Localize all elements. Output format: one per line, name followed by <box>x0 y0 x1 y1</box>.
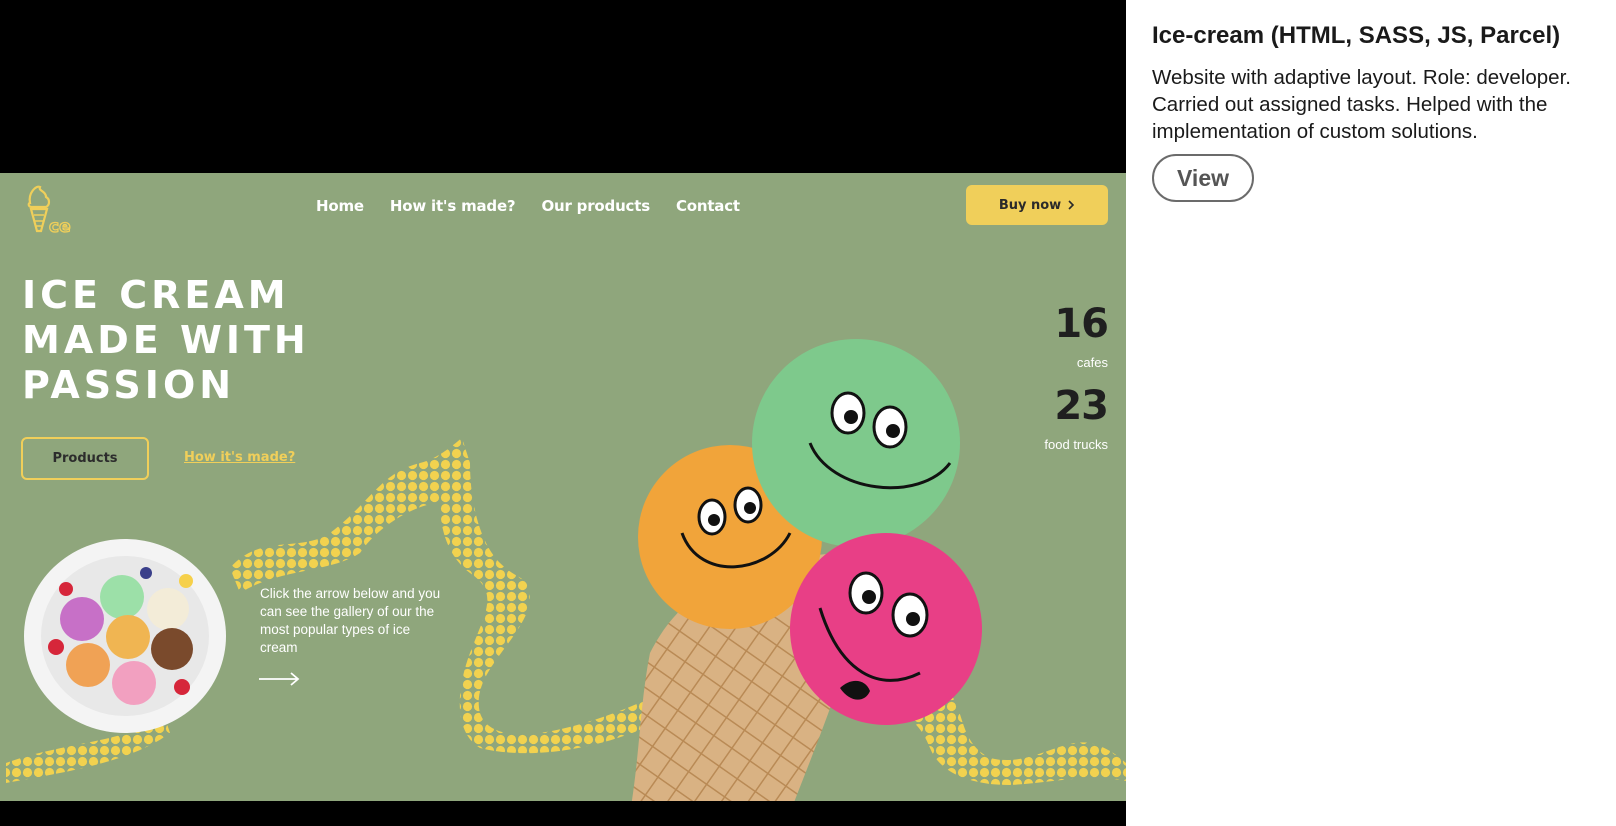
project-title: Ice-cream (HTML, SASS, JS, Parcel) <box>1152 22 1561 49</box>
chevron-right-icon <box>1068 200 1075 210</box>
nav-home[interactable]: Home <box>316 197 364 215</box>
view-button[interactable]: View <box>1152 154 1254 202</box>
ice-cream-cone-image <box>631 339 982 801</box>
stat-trucks-number: 23 <box>1054 383 1109 429</box>
buy-now-button[interactable]: Buy now <box>966 185 1108 225</box>
stat-cafes-number: 16 <box>1054 301 1109 347</box>
arrow-right-icon[interactable] <box>258 671 302 687</box>
site-screenshot: ce Home How it's made? Our products Cont… <box>0 173 1126 801</box>
nav-how-its-made[interactable]: How it's made? <box>390 197 516 215</box>
stat-trucks-label: food trucks <box>1044 437 1108 452</box>
products-button[interactable]: Products <box>21 437 149 480</box>
stat-cafes-label: cafes <box>1076 355 1108 370</box>
nav-contact[interactable]: Contact <box>676 197 740 215</box>
nav-our-products[interactable]: Our products <box>541 197 650 215</box>
how-its-made-link[interactable]: How it's made? <box>184 450 295 465</box>
buy-now-label: Buy now <box>998 197 1062 213</box>
hero-title: ICE CREAM MADE WITH PASSION <box>22 273 310 407</box>
main-nav: Home How it's made? Our products Contact <box>316 197 740 215</box>
project-description: Website with adaptive layout. Role: deve… <box>1152 66 1571 143</box>
gallery-description: Click the arrow below and you can see th… <box>260 586 441 655</box>
project-preview: ce Home How it's made? Our products Cont… <box>0 0 1126 826</box>
logo-text: ce <box>49 217 71 237</box>
preview-bottom-bar <box>0 801 1126 826</box>
ice-cream-plate-image <box>24 539 226 733</box>
ice-cream-logo-icon[interactable]: ce <box>22 181 82 241</box>
